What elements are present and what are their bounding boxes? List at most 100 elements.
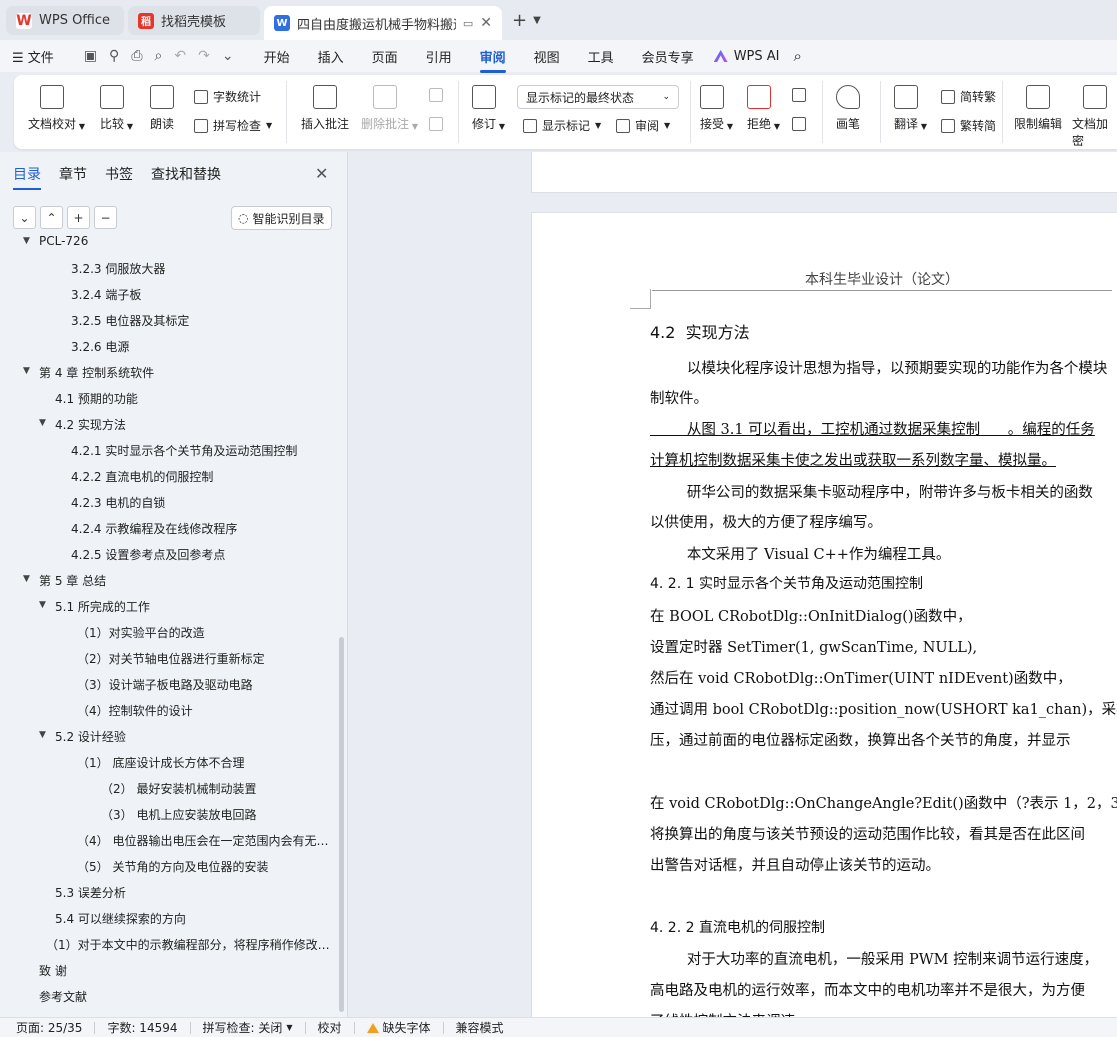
- reject-button[interactable]: 拒绝 ▼: [747, 85, 780, 132]
- toc-item[interactable]: 5.2 设计经验: [55, 728, 126, 745]
- menu-insert[interactable]: 插入: [318, 47, 344, 66]
- undo-icon[interactable]: ↶: [174, 48, 186, 64]
- toc-item[interactable]: 4.2.2 直流电机的伺服控制: [71, 468, 213, 485]
- next-change-button[interactable]: [792, 117, 806, 131]
- next-comment-button[interactable]: [429, 117, 443, 131]
- toc-item[interactable]: 3.2.6 电源: [71, 338, 129, 355]
- menu-start[interactable]: 开始: [264, 47, 290, 66]
- toc-item[interactable]: （5） 关节角的方向及电位器的安装: [77, 858, 268, 875]
- to-traditional-button[interactable]: 简转繁: [941, 88, 996, 105]
- print-icon[interactable]: ⎙: [131, 48, 142, 64]
- tab-chapters[interactable]: 章节: [59, 164, 87, 184]
- tab-bookmarks[interactable]: 书签: [105, 164, 133, 184]
- toc-item[interactable]: （3） 电机上应安装放电回路: [101, 806, 256, 823]
- toc-item[interactable]: （1）对于本文中的示教编程部分，将程序稍作修改，使其实现离线编程: [46, 936, 330, 953]
- spell-check-button[interactable]: 拼写检查 ▼: [194, 117, 272, 134]
- toc-item[interactable]: （1）对实验平台的改造: [77, 624, 205, 641]
- toc-item[interactable]: 3.2.4 端子板: [71, 286, 141, 303]
- redo-icon[interactable]: ↷: [198, 48, 210, 64]
- toc-expand-arrow-icon[interactable]: ▼: [23, 366, 30, 376]
- menu-member[interactable]: 会员专享: [642, 47, 694, 66]
- doc-encrypt-button[interactable]: 文档加密: [1072, 85, 1117, 149]
- divider: [353, 1021, 355, 1034]
- collapse-up-icon[interactable]: ⌃: [40, 206, 63, 229]
- toc-item[interactable]: 4.2 实现方法: [55, 416, 126, 433]
- toc-item[interactable]: 4.2.5 设置参考点及回参考点: [71, 546, 225, 563]
- close-panel-icon[interactable]: ✕: [315, 164, 328, 183]
- show-markup-button[interactable]: 显示标记 ▼: [523, 117, 601, 134]
- tab-template[interactable]: 稻 找稻壳模板: [128, 6, 260, 35]
- toc-item[interactable]: （2）对关节轴电位器进行重新标定: [77, 650, 265, 667]
- toc-item[interactable]: 4.2.1 实时显示各个关节角及运动范围控制: [71, 442, 297, 459]
- menu-reference[interactable]: 引用: [426, 47, 452, 66]
- toc-item[interactable]: （1） 底座设计成长方体不合理: [77, 754, 244, 771]
- menu-review[interactable]: 审阅: [479, 47, 506, 73]
- markup-state-select[interactable]: 显示标记的最终状态 ⌄: [517, 85, 679, 109]
- review-pane-button[interactable]: 审阅 ▼: [616, 117, 670, 134]
- toc-item[interactable]: 5.4 可以继续探索的方向: [55, 910, 186, 927]
- monitor-icon[interactable]: ▭: [463, 17, 473, 30]
- save-icon[interactable]: ▣: [84, 48, 97, 64]
- toc-expand-arrow-icon[interactable]: ▼: [23, 574, 30, 584]
- expand-down-icon[interactable]: ⌄: [13, 206, 36, 229]
- tab-find-replace[interactable]: 查找和替换: [151, 164, 221, 184]
- compare-button[interactable]: 比较 ▼: [100, 85, 133, 132]
- toc-item[interactable]: （4）控制软件的设计: [77, 702, 193, 719]
- missing-font-status[interactable]: 缺失字体: [366, 1019, 431, 1036]
- toc-item[interactable]: 致 谢: [39, 962, 67, 979]
- share-icon[interactable]: ⚲: [109, 48, 119, 64]
- tab-document[interactable]: W 四自由度搬运机械手物料搬运 ▭ ✕: [264, 6, 502, 40]
- toc-expand-arrow-icon[interactable]: ▼: [23, 236, 30, 246]
- add-level-icon[interactable]: +: [67, 206, 90, 229]
- toc-item[interactable]: 4.2.4 示教编程及在线修改程序: [71, 520, 237, 537]
- toc-item[interactable]: 5.1 所完成的工作: [55, 598, 150, 615]
- search-icon[interactable]: ⌕: [794, 47, 802, 65]
- word-count[interactable]: 字数: 14594: [107, 1019, 177, 1036]
- toc-expand-arrow-icon[interactable]: ▼: [39, 730, 46, 740]
- panel-scrollbar[interactable]: [339, 637, 344, 1012]
- toc-item[interactable]: 3.2.5 电位器及其标定: [71, 312, 189, 329]
- toc-item[interactable]: 3.2.3 伺服放大器: [71, 260, 165, 277]
- restrict-edit-button[interactable]: 限制编辑: [1014, 85, 1062, 132]
- new-tab-button[interactable]: + ▼: [512, 10, 541, 31]
- insert-comment-button[interactable]: 插入批注: [301, 85, 349, 132]
- toc-item[interactable]: 第 4 章 控制系统软件: [39, 364, 154, 381]
- spell-check-status[interactable]: 拼写检查: 关闭 ▼: [203, 1019, 293, 1036]
- toc-item[interactable]: 参考文献: [39, 988, 87, 1004]
- menu-page[interactable]: 页面: [372, 47, 398, 66]
- translate-button[interactable]: 翻译 ▼: [894, 85, 927, 132]
- file-menu[interactable]: ☰ 文件: [12, 47, 54, 66]
- pen-button[interactable]: 画笔: [836, 85, 860, 132]
- word-count-button[interactable]: 字数统计: [194, 88, 261, 105]
- tab-wps-office[interactable]: W WPS Office: [6, 6, 124, 35]
- toc-expand-arrow-icon[interactable]: ▼: [39, 600, 46, 610]
- doc-check-button[interactable]: 文档校对 ▼: [28, 85, 85, 132]
- proof-status[interactable]: 校对: [318, 1019, 342, 1036]
- toc-item[interactable]: （3）设计端子板电路及驱动电路: [77, 676, 253, 693]
- prev-change-button[interactable]: [792, 88, 806, 102]
- toc-item[interactable]: 第 5 章 总结: [39, 572, 106, 589]
- menu-tools[interactable]: 工具: [588, 47, 614, 66]
- to-simplified-button[interactable]: 繁转简: [941, 117, 996, 134]
- toc-item[interactable]: 4.2.3 电机的自锁: [71, 494, 165, 511]
- wps-ai-button[interactable]: WPS AI: [713, 49, 780, 64]
- toc-item[interactable]: 5.3 误差分析: [55, 884, 126, 901]
- toc-item[interactable]: PCL-726: [39, 234, 88, 248]
- page-indicator[interactable]: 页面: 25/35: [16, 1019, 82, 1036]
- toc-item[interactable]: 4.1 预期的功能: [55, 390, 138, 407]
- close-tab-icon[interactable]: ✕: [480, 15, 492, 31]
- smart-toc-button[interactable]: ◌ 智能识别目录: [231, 206, 332, 230]
- remove-level-icon[interactable]: −: [94, 206, 117, 229]
- toc-item[interactable]: （4） 电位器输出电压会在一定范围内会有无规律的波动: [77, 832, 330, 849]
- more-icon[interactable]: ⌄: [222, 48, 234, 64]
- revise-button[interactable]: 修订 ▼: [472, 85, 505, 132]
- toc-item[interactable]: （2） 最好安装机械制动装置: [101, 780, 256, 797]
- prev-comment-button[interactable]: [429, 88, 443, 102]
- tab-toc[interactable]: 目录: [13, 164, 41, 190]
- toc-expand-arrow-icon[interactable]: ▼: [39, 418, 46, 428]
- read-aloud-button[interactable]: 朗读: [150, 85, 174, 132]
- menu-view[interactable]: 视图: [534, 47, 560, 66]
- accept-button[interactable]: 接受 ▼: [700, 85, 733, 132]
- print-preview-icon[interactable]: ⌕: [155, 48, 163, 64]
- delete-comment-button[interactable]: 删除批注 ▼: [361, 85, 418, 132]
